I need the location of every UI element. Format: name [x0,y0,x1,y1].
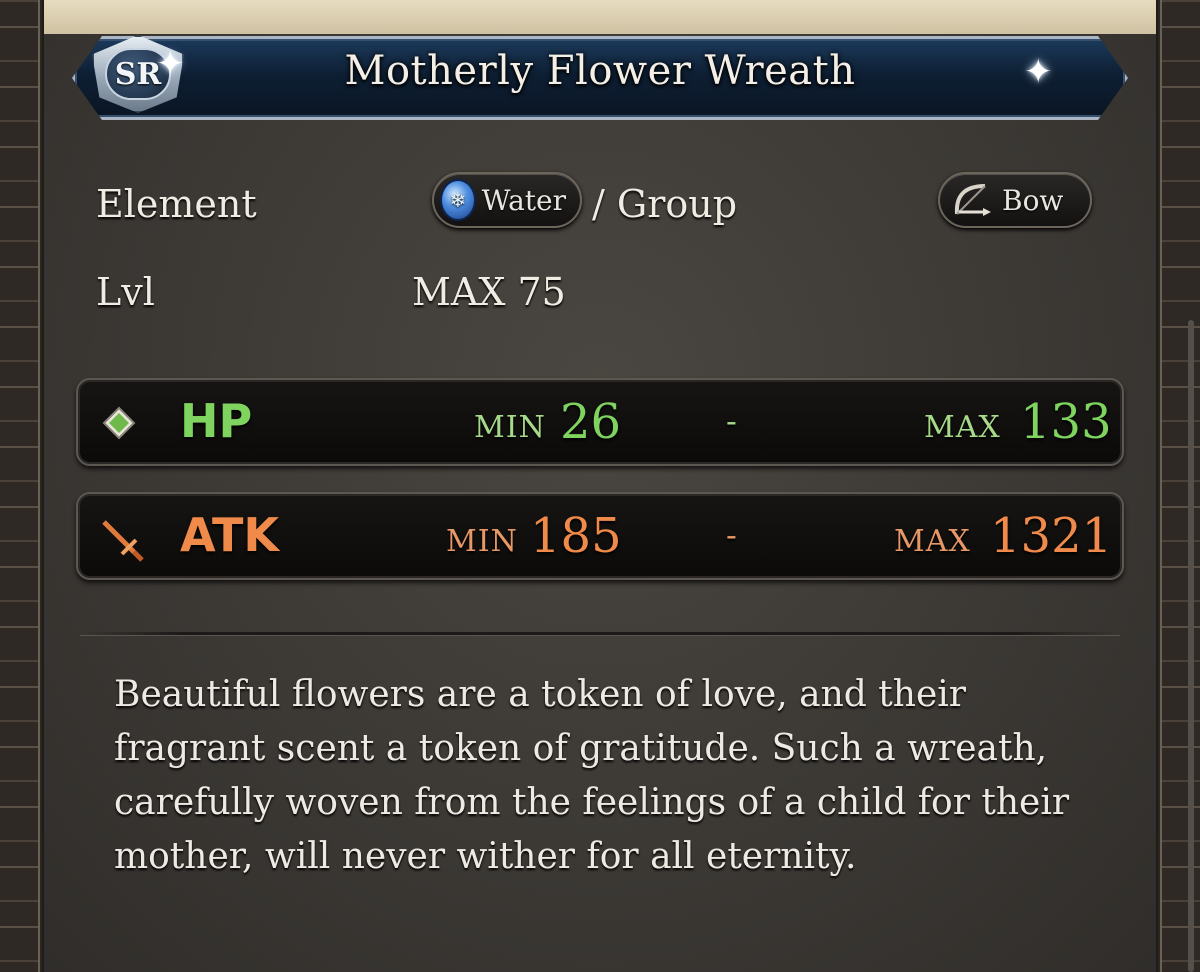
atk-max-value: 1321 [990,508,1113,564]
parchment-strip [44,0,1156,34]
element-badge[interactable]: ❄ Water [432,172,582,228]
water-orb-icon: ❄ [440,179,476,221]
element-value: Water [481,183,566,217]
scrollbar[interactable] [1188,320,1194,972]
item-name: Motherly Flower Wreath [344,48,856,94]
hp-stat-bar: HP MIN 26 - MAX 133 [76,378,1124,466]
left-ornate-border [0,0,40,972]
weapon-type-badge[interactable]: Bow [938,172,1092,228]
section-divider [80,632,1120,635]
level-label: Lvl [96,270,155,314]
weapon-type-value: Bow [1002,183,1064,217]
diamond-icon [102,406,136,444]
atk-label: ATK [180,508,280,562]
element-label: Element [96,182,257,226]
bow-icon [946,175,996,225]
hp-max-value: 133 [1020,394,1112,450]
atk-stat-bar: ATK MIN 185 - MAX 1321 [76,492,1124,580]
item-description: Beautiful flowers are a token of love, a… [114,674,1070,877]
group-text: / Group [592,182,738,226]
sparkle-icon: ✦ [1024,52,1053,92]
hp-max-label: MAX [924,410,1001,445]
sparkle-icon: ✦ [156,44,185,84]
atk-min-value: 185 [530,508,622,564]
sword-icon [98,516,144,566]
atk-max-label: MAX [894,524,971,559]
atk-min-label: MIN [446,524,518,559]
hp-min-label: MIN [474,410,546,445]
hp-min-value: 26 [560,394,622,450]
atk-range-dash: - [726,516,737,554]
item-detail-panel: Motherly Flower Wreath SR ✦ ✦ Element ❄ … [42,0,1158,972]
hp-range-dash: - [726,402,737,440]
right-ornate-border [1160,0,1200,972]
level-value: MAX 75 [412,270,566,314]
hp-label: HP [180,394,253,448]
